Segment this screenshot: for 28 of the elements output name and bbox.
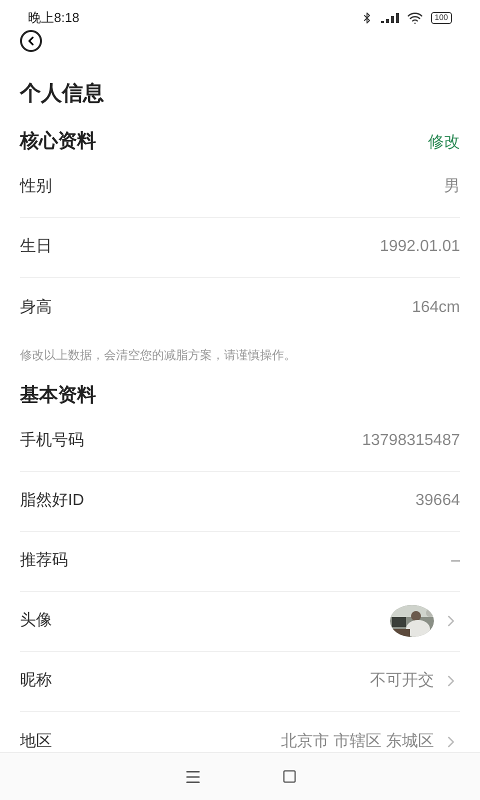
battery-indicator: 100 [430,12,452,24]
row-label: 地区 [20,732,52,752]
warning-note: 修改以上数据，会清空您的减脂方案，请谨慎操作。 [20,346,297,364]
row-label: 头像 [20,610,52,631]
row-label: 推荐码 [20,550,68,571]
row-label: 脂然好ID [20,491,84,511]
signal-icon [380,13,399,23]
row-label: 生日 [20,236,52,257]
section-title: 基本资料 [20,384,96,408]
row-label: 手机号码 [20,430,84,451]
row-label: 昵称 [20,671,52,691]
row-label: 身高 [20,298,52,318]
row-value: 13798315487 [362,431,460,451]
row-value: 北京市 市辖区 东城区 [281,732,434,752]
home-icon[interactable] [282,769,296,784]
row-value: 男 [444,177,460,197]
back-button[interactable] [20,30,42,52]
wifi-icon [406,10,423,26]
row-value: 164cm [412,298,460,318]
page-title: 个人信息 [18,81,105,107]
edit-link[interactable]: 修改 [428,130,460,154]
row-label: 性别 [20,177,52,197]
status-time: 晚上8:18 [28,9,80,28]
section-title: 核心资料 [20,130,96,154]
row-value: 不可开交 [370,670,434,691]
row-value: 39664 [416,491,460,511]
row-value: – [451,551,460,571]
row-value: 1992.01.01 [380,237,460,257]
